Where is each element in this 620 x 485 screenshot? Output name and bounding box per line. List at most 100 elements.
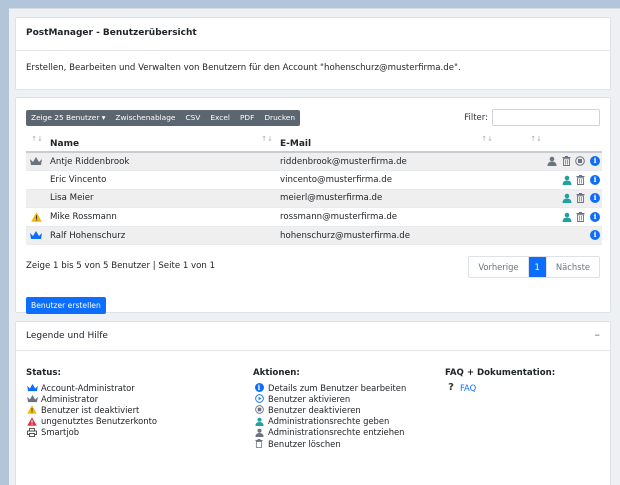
legend-item: Benutzer ist deaktiviert	[26, 404, 157, 415]
actions-column-header[interactable]: ↑↓	[496, 134, 602, 153]
actions-cell: i	[496, 170, 602, 190]
legend-header[interactable]: Legende und Hilfe –	[16, 322, 610, 351]
info-icon[interactable]: i	[590, 193, 600, 204]
next-page-button[interactable]: Nächste	[545, 257, 599, 277]
status-column-header[interactable]: ↑↓	[26, 134, 46, 153]
user-name: Eric Vincento	[46, 170, 276, 190]
collapse-icon[interactable]: –	[595, 328, 601, 341]
user-email: vincento@musterfirma.de	[276, 170, 496, 190]
trash-icon[interactable]	[576, 174, 585, 185]
trash-icon	[255, 439, 263, 448]
info-icon[interactable]: i	[590, 230, 600, 241]
printer-icon	[27, 427, 37, 437]
user-name: Lisa Meier	[46, 189, 276, 209]
user-teal-icon[interactable]	[562, 193, 572, 204]
legend-item: i Details zum Benutzer bearbeiten	[253, 382, 406, 393]
play-circle-icon	[254, 394, 264, 404]
user-teal-icon[interactable]	[562, 175, 572, 185]
stop-circle-icon	[254, 405, 264, 415]
print-button[interactable]: Drucken	[259, 110, 300, 126]
warning-yellow-icon	[27, 405, 37, 415]
legend-item: Administrationsrechte entziehen	[253, 427, 406, 438]
legend-item: Account-Administrator	[26, 382, 157, 393]
export-button-group: Zeige 25 Benutzer ▾ Zwischenablage CSV E…	[26, 110, 301, 126]
table-row: Ralf Hohenschurz hohenschurz@musterfirma…	[26, 226, 602, 246]
legend-item: ungenutztes Benutzerkonto	[26, 416, 157, 427]
legend-item: Benutzer löschen	[253, 438, 406, 449]
users-card: Zeige 25 Benutzer ▾ Zwischenablage CSV E…	[15, 97, 611, 314]
actions-cell: i	[496, 152, 602, 172]
page-description: Erstellen, Bearbeiten und Verwalten von …	[26, 63, 461, 73]
status-cell	[26, 226, 46, 246]
actions-cell: i	[496, 207, 602, 227]
user-email: rossmann@musterfirma.de	[276, 207, 496, 227]
filter-label: Filter:	[464, 112, 488, 123]
excel-button[interactable]: Excel	[205, 110, 235, 126]
status-cell	[26, 152, 46, 172]
crown-gray-icon	[30, 157, 42, 166]
legend-item: Administrationsrechte geben	[253, 416, 406, 427]
email-column-header[interactable]: E-Mail ↑↓	[276, 134, 496, 153]
info-icon[interactable]: i	[590, 174, 600, 185]
create-user-button[interactable]: Benutzer erstellen	[26, 297, 106, 314]
page-length-button[interactable]: Zeige 25 Benutzer ▾	[26, 110, 110, 126]
legend-item: Administrator	[26, 393, 157, 404]
page-background: PostManager - Benutzerübersicht Erstelle…	[0, 0, 620, 485]
filter-input[interactable]	[492, 109, 600, 126]
trash-icon[interactable]	[576, 193, 585, 204]
user-teal-icon	[254, 417, 264, 426]
csv-button[interactable]: CSV	[180, 110, 205, 126]
user-gray-icon[interactable]	[547, 156, 557, 167]
faq-legend: FAQ + Dokumentation: ? FAQ	[445, 368, 555, 393]
faq-link[interactable]: FAQ	[460, 383, 476, 393]
status-legend: Status: Account-Administrator Administra…	[26, 368, 157, 438]
trash-icon[interactable]	[562, 156, 571, 167]
table-info: Zeige 1 bis 5 von 5 Benutzer | Seite 1 v…	[26, 261, 216, 271]
actions-cell: i	[496, 226, 602, 246]
user-name: Antje Riddenbrook	[46, 152, 276, 172]
user-email: hohenschurz@musterfirma.de	[276, 226, 496, 246]
status-cell	[26, 170, 46, 190]
table-row: Mike Rossmann rossmann@musterfirma.de i	[26, 207, 602, 227]
faq-item: ? FAQ	[445, 382, 555, 393]
clipboard-button[interactable]: Zwischenablage	[110, 110, 180, 126]
info-icon[interactable]: i	[590, 156, 600, 167]
user-email: riddenbrook@musterfirma.de	[276, 152, 496, 172]
user-name: Mike Rossmann	[46, 207, 276, 227]
content-area: PostManager - Benutzerübersicht Erstelle…	[9, 8, 620, 485]
users-table: ↑↓ Name ↑↓ E-Mail ↑↓ ↑↓ Antje Riddenbrook …	[26, 134, 602, 246]
legend-item: Benutzer aktivieren	[253, 393, 406, 404]
info-icon[interactable]: i	[590, 211, 600, 222]
warning-yellow-icon	[30, 212, 42, 222]
legend-title: Legende und Hilfe	[26, 331, 108, 341]
table-row: Antje Riddenbrook riddenbrook@musterfirm…	[26, 152, 602, 172]
crown-gray-icon	[26, 394, 38, 402]
trash-icon[interactable]	[576, 211, 585, 222]
page-title: PostManager - Benutzerübersicht	[16, 18, 610, 51]
page-1-button[interactable]: 1	[528, 257, 546, 277]
user-gray-icon	[254, 428, 264, 437]
faq-legend-title: FAQ + Dokumentation:	[445, 368, 556, 378]
warning-red-icon	[27, 416, 37, 426]
filter: Filter:	[464, 109, 600, 126]
crown-blue-icon	[30, 231, 42, 240]
actions-legend-title: Aktionen:	[253, 368, 300, 378]
actions-legend: Aktionen: i Details zum Benutzer bearbei…	[253, 368, 406, 449]
table-row: Lisa Meier meierl@musterfirma.de i	[26, 189, 602, 209]
legend-item: Benutzer deaktivieren	[253, 404, 406, 415]
table-row: Eric Vincento vincento@musterfirma.de i	[26, 170, 602, 190]
prev-page-button[interactable]: Vorherige	[469, 257, 529, 277]
status-legend-title: Status:	[26, 368, 61, 378]
stop-circle-icon[interactable]	[575, 156, 586, 167]
pagination: Vorherige 1 Nächste	[468, 256, 600, 278]
status-cell	[26, 189, 46, 209]
name-column-header[interactable]: Name ↑↓	[46, 134, 276, 153]
user-teal-icon[interactable]	[562, 212, 572, 222]
info-icon: i	[254, 383, 264, 393]
question-icon: ?	[448, 382, 454, 394]
user-email: meierl@musterfirma.de	[276, 189, 496, 209]
status-cell	[26, 207, 46, 227]
crown-blue-icon	[26, 383, 38, 391]
pdf-button[interactable]: PDF	[235, 110, 259, 126]
header-card: PostManager - Benutzerübersicht Erstelle…	[15, 17, 611, 90]
